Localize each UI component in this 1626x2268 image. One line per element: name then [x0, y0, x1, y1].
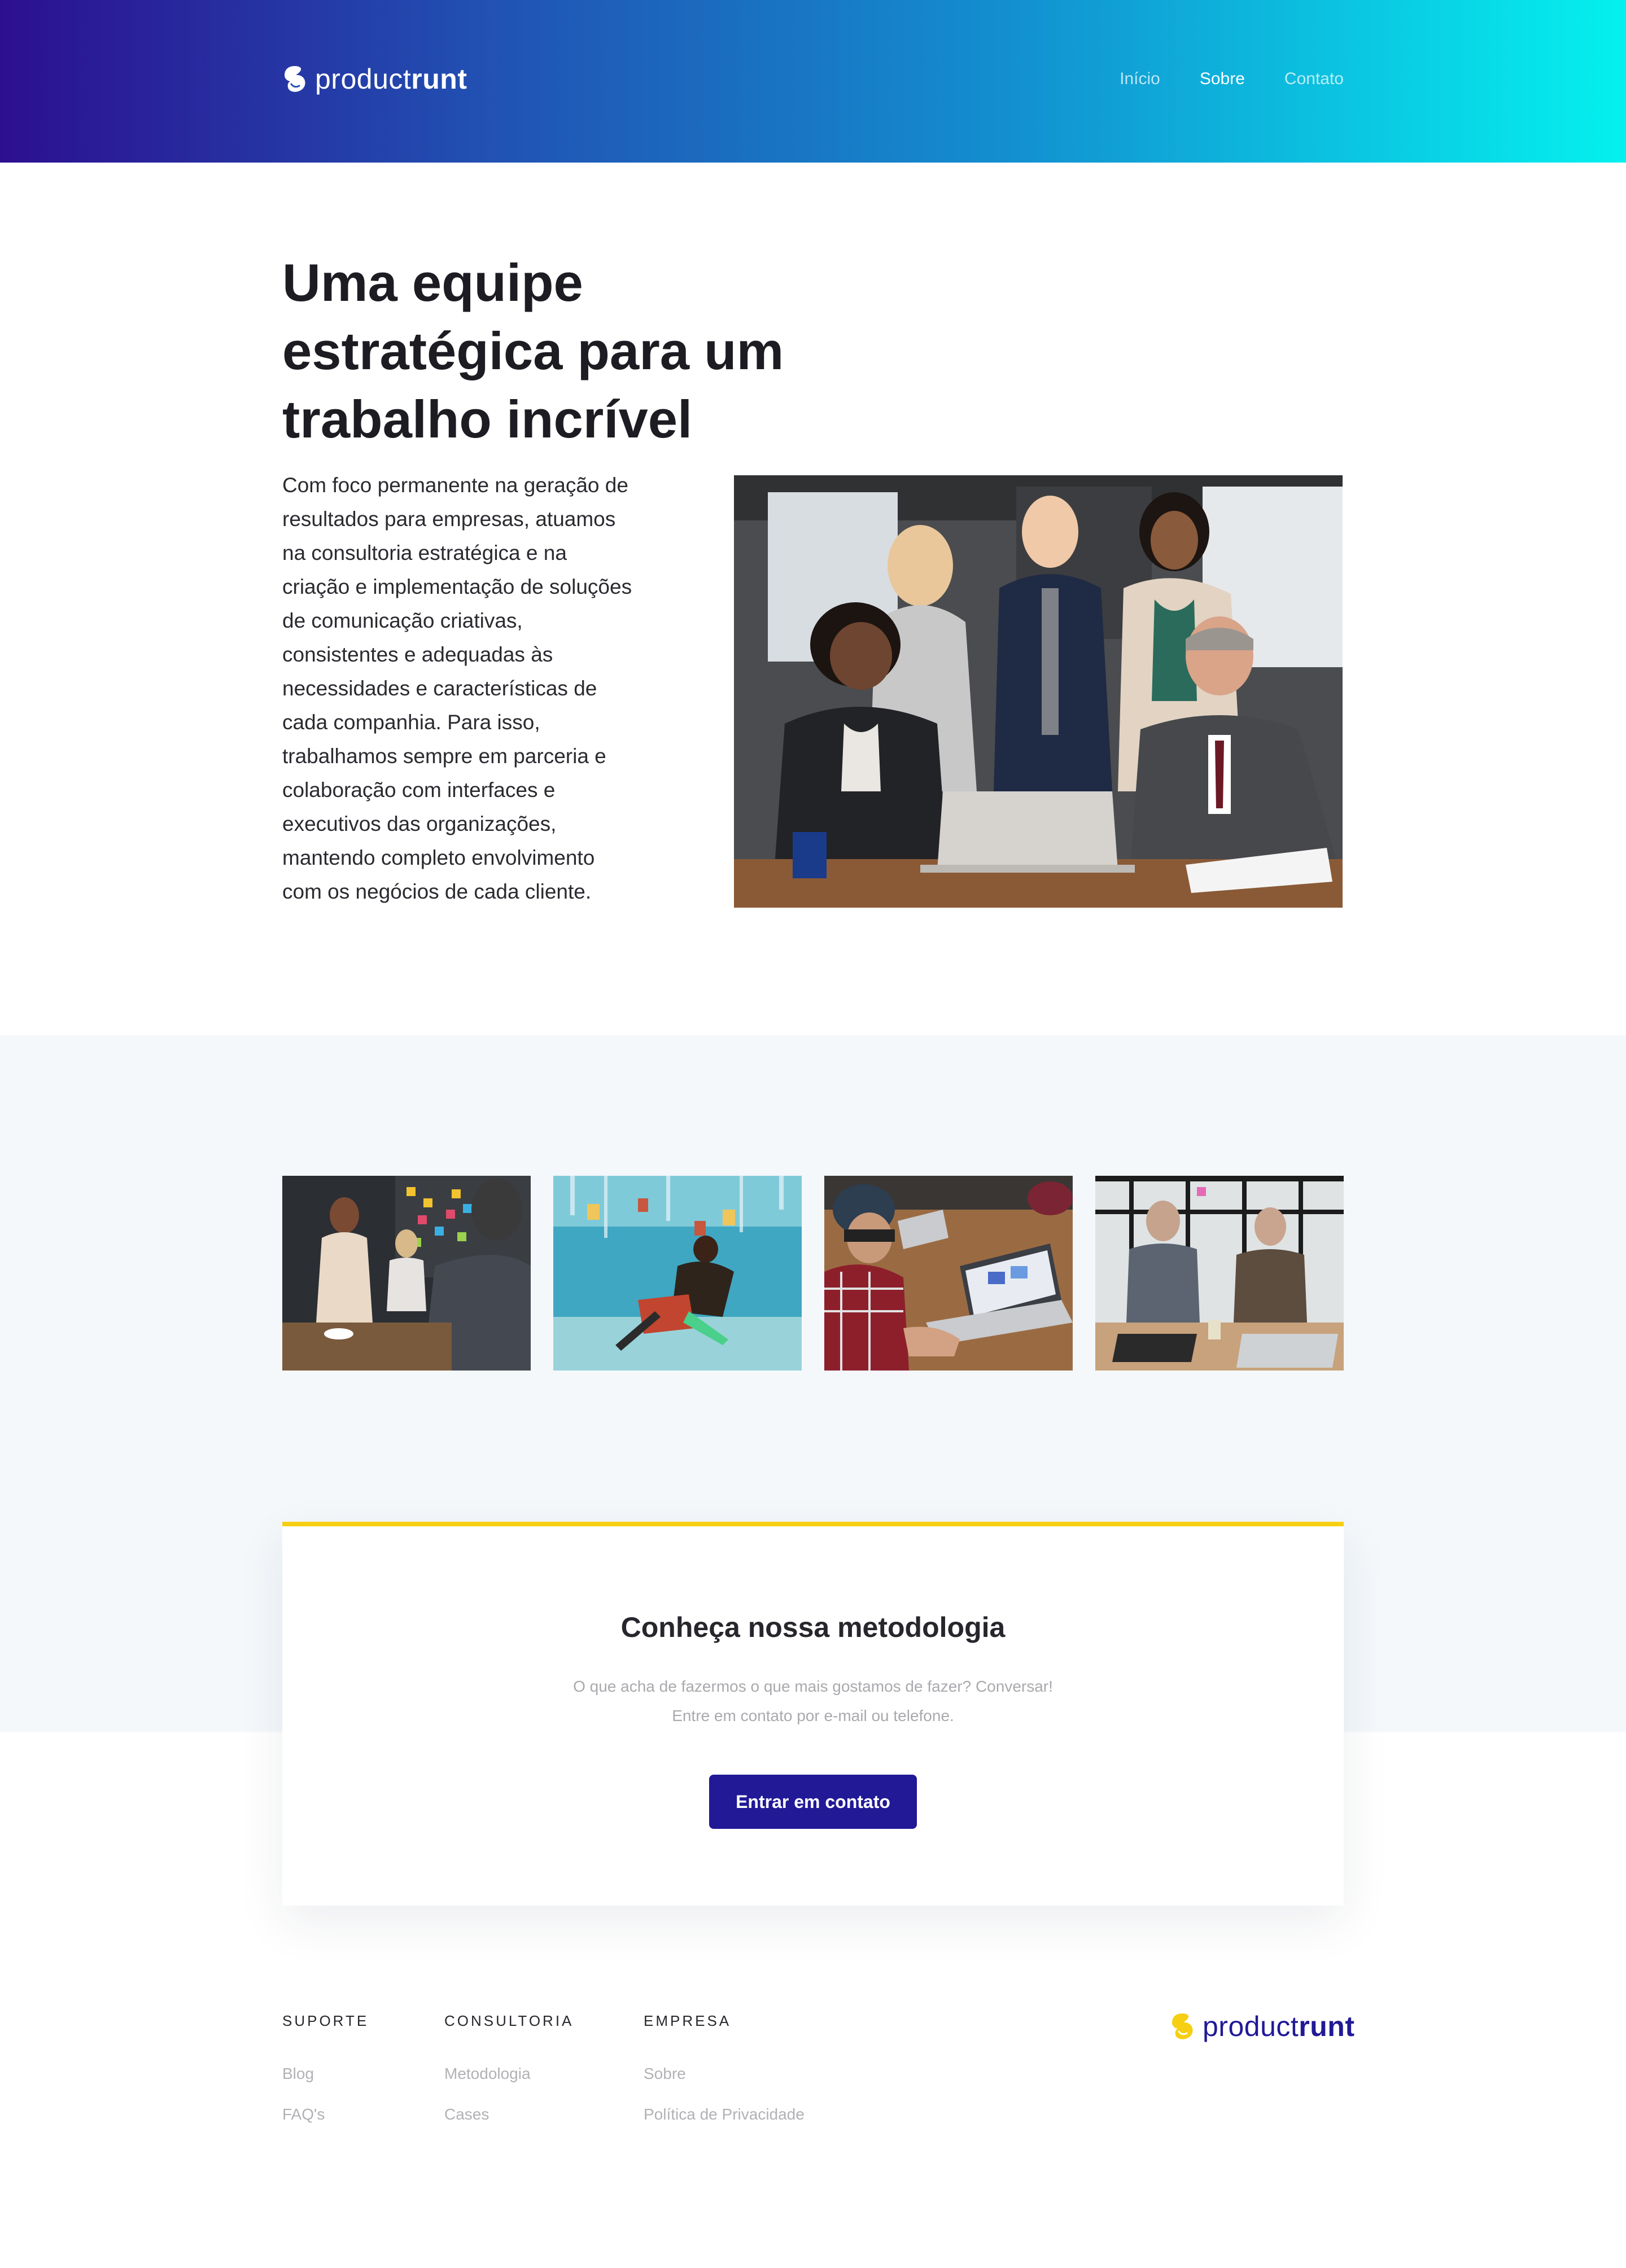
gallery-photo-underwater	[553, 1176, 802, 1371]
nav-item-inicio[interactable]: Início	[1120, 68, 1160, 90]
footer-logo-wordmark: productrunt	[1203, 2011, 1355, 2042]
methodology-subtitle-line-1: O que acha de fazermos o que mais gostam…	[573, 1678, 1053, 1695]
gallery-photo-laptop-illustration	[824, 1176, 1073, 1371]
footer-link-metodologia[interactable]: Metodologia	[444, 2063, 574, 2085]
footer-link-cases[interactable]: Cases	[444, 2103, 574, 2126]
gallery-photo-laptop	[824, 1176, 1073, 1371]
footer-link-faqs[interactable]: FAQ's	[282, 2103, 369, 2126]
logo-wordmark: productrunt	[315, 63, 467, 95]
nav-item-contato[interactable]: Contato	[1284, 68, 1344, 90]
header-logo[interactable]: productrunt	[282, 61, 467, 97]
footer-heading-suporte: SUPORTE	[282, 2012, 369, 2029]
gallery-photo-underwater-illustration	[553, 1176, 802, 1371]
team-photo	[734, 475, 1343, 908]
footer-link-sobre[interactable]: Sobre	[644, 2063, 805, 2085]
footer-link-blog[interactable]: Blog	[282, 2063, 369, 2085]
site-header: productrunt Início Sobre Contato	[0, 0, 1626, 163]
methodology-subtitle: O que acha de fazermos o que mais gostam…	[282, 1672, 1344, 1731]
footer-heading-empresa: EMPRESA	[644, 2012, 732, 2029]
main-nav: Início Sobre Contato	[1120, 68, 1344, 90]
footer-column-suporte: SUPORTE Blog FAQ's	[282, 2009, 369, 2126]
gallery-photo-meeting	[1095, 1176, 1344, 1371]
footer-column-consultoria: CONSULTORIA Metodologia Cases	[444, 2009, 574, 2126]
team-photo-illustration	[734, 475, 1343, 908]
footer-logo-mark-icon	[1172, 2013, 1193, 2039]
footer-link-privacidade[interactable]: Política de Privacidade	[644, 2103, 805, 2126]
logo-mark-icon	[285, 66, 305, 92]
hero-text: Com foco permanente na geração de result…	[282, 474, 632, 903]
contact-button[interactable]: Entrar em contato	[709, 1775, 917, 1829]
gallery-photo-presentation	[282, 1176, 531, 1371]
methodology-card: Conheça nossa metodologia O que acha de …	[282, 1522, 1344, 1906]
footer-column-empresa: EMPRESA Sobre Política de Privacidade	[644, 2009, 805, 2126]
gallery-photo-presentation-illustration	[282, 1176, 531, 1371]
nav-item-sobre[interactable]: Sobre	[1200, 68, 1245, 90]
footer-logo[interactable]: productrunt	[1170, 2009, 1354, 2043]
footer-heading-consultoria: CONSULTORIA	[444, 2012, 574, 2029]
gallery-photo-meeting-illustration	[1095, 1176, 1344, 1371]
hero-title: Uma equipe estratégica para um trabalho …	[282, 253, 784, 449]
methodology-title: Conheça nossa metodologia	[620, 1612, 1006, 1643]
methodology-subtitle-line-2: Entre em contato por e-mail ou telefone.	[672, 1707, 954, 1724]
